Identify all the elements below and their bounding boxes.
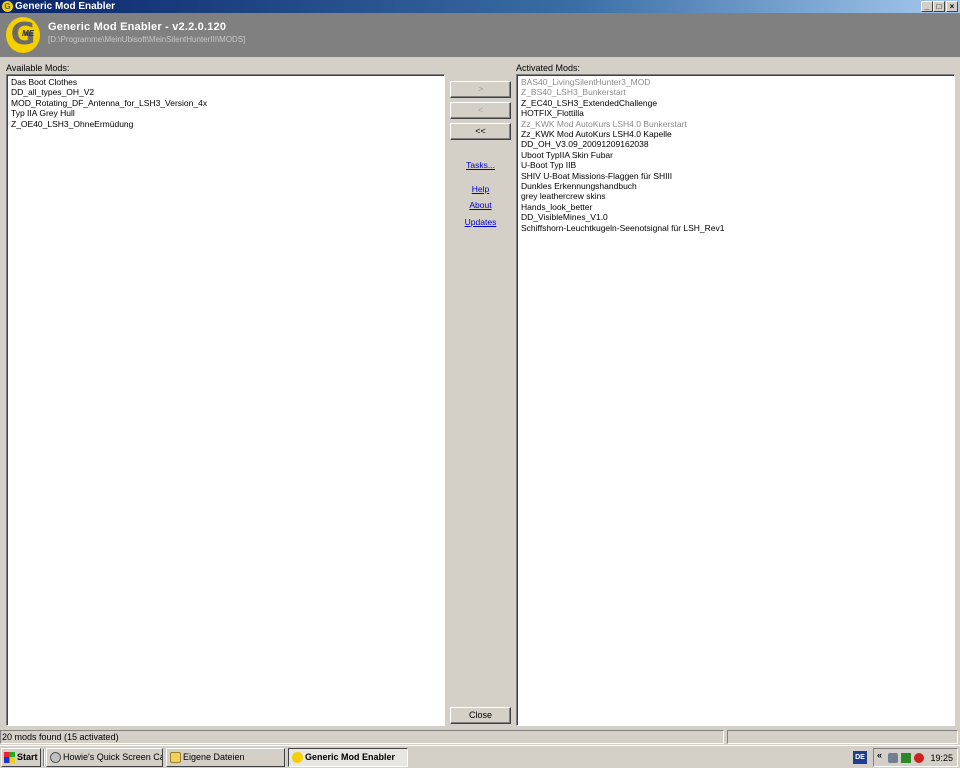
mods-path: [D:\Programme\MeinUbisoft\MeinSilentHunt… <box>48 35 246 44</box>
list-item[interactable]: Hands_look_better <box>521 202 950 212</box>
taskbar-item-screen-capture[interactable]: Howie's Quick Screen Ca... <box>46 748 163 767</box>
window-title: Generic Mod Enabler <box>15 1 116 12</box>
activated-mods-list[interactable]: BAS40_LivingSilentHunter3_MOD Z_BS40_LSH3… <box>516 74 955 726</box>
list-item[interactable]: Uboot TypIIA Skin Fubar <box>521 150 950 160</box>
list-item[interactable]: Z_EC40_LSH3_ExtendedChallenge <box>521 98 950 108</box>
task-label: Howie's Quick Screen Ca... <box>63 752 163 762</box>
list-item[interactable]: DD_all_types_OH_V2 <box>11 87 440 97</box>
activated-mods-label: Activated Mods: <box>516 63 581 73</box>
list-item[interactable]: HOTFIX_Flottilla <box>521 108 950 118</box>
activate-button[interactable]: > <box>450 81 511 98</box>
taskbar: Start Howie's Quick Screen Ca... Eigene … <box>0 745 960 768</box>
list-item[interactable]: DD_OH_V3.09_20091209162038 <box>521 139 950 149</box>
list-item[interactable]: Z_BS40_LSH3_Bunkerstart <box>521 87 950 97</box>
tray-expand-icon[interactable]: « <box>877 750 882 760</box>
list-item[interactable]: SHIV U-Boat Missions-Flaggen für SHIII <box>521 171 950 181</box>
gme-logo-icon: G ME <box>6 17 40 53</box>
status-bar: 20 mods found (15 activated) <box>0 729 960 745</box>
system-tray: « 19:25 <box>873 748 958 767</box>
close-window-button[interactable]: × <box>946 1 958 12</box>
network-icon[interactable] <box>888 753 898 763</box>
updates-link[interactable]: Updates <box>450 217 511 227</box>
minimize-button[interactable]: _ <box>921 1 933 12</box>
app-header: G ME Generic Mod Enabler - v2.2.0.120 [D… <box>0 13 960 57</box>
antivirus-icon[interactable] <box>901 753 911 763</box>
app-title: Generic Mod Enabler - v2.2.0.120 <box>48 21 227 33</box>
taskbar-item-gme[interactable]: Generic Mod Enabler <box>288 748 408 767</box>
available-mods-label: Available Mods: <box>6 63 70 73</box>
start-button[interactable]: Start <box>1 748 41 767</box>
task-label: Eigene Dateien <box>183 752 245 762</box>
logo-sub: ME <box>22 29 34 38</box>
list-item[interactable]: Dunkles Erkennungshandbuch <box>521 181 950 191</box>
taskbar-separator <box>43 749 45 766</box>
language-indicator[interactable]: DE <box>853 751 867 764</box>
about-link[interactable]: About <box>450 200 511 210</box>
status-text: 20 mods found (15 activated) <box>0 730 724 744</box>
tasks-link[interactable]: Tasks... <box>450 160 511 170</box>
deactivate-all-button[interactable]: << <box>450 123 511 140</box>
list-item[interactable]: Zz_KWK Mod AutoKurs LSH4.0 Bunkerstart <box>521 119 950 129</box>
windows-flag-icon <box>4 752 15 763</box>
close-button[interactable]: Close <box>450 707 511 724</box>
list-item[interactable]: Zz_KWK Mod AutoKurs LSH4.0 Kapelle <box>521 129 950 139</box>
taskbar-item-eigene-dateien[interactable]: Eigene Dateien <box>166 748 285 767</box>
status-pane-empty <box>727 730 958 744</box>
security-icon[interactable] <box>914 753 924 763</box>
gme-icon <box>292 752 303 763</box>
help-link[interactable]: Help <box>450 184 511 194</box>
list-item[interactable]: MOD_Rotating_DF_Antenna_for_LSH3_Version… <box>11 98 440 108</box>
title-bar[interactable]: G Generic Mod Enabler _ □ × <box>0 0 960 13</box>
deactivate-button[interactable]: < <box>450 102 511 119</box>
folder-icon <box>170 752 181 763</box>
clock[interactable]: 19:25 <box>930 750 953 766</box>
task-label: Generic Mod Enabler <box>305 752 396 762</box>
list-item[interactable]: DD_VisibleMines_V1.0 <box>521 212 950 222</box>
list-item[interactable]: Z_OE40_LSH3_OhneErmüdung <box>11 119 440 129</box>
list-item[interactable]: grey leathercrew skins <box>521 191 950 201</box>
start-label: Start <box>17 752 38 762</box>
app-icon: G <box>2 1 13 12</box>
list-item[interactable]: Das Boot Clothes <box>11 77 440 87</box>
available-mods-list[interactable]: Das Boot Clothes DD_all_types_OH_V2 MOD_Ro… <box>6 74 445 726</box>
list-item[interactable]: BAS40_LivingSilentHunter3_MOD <box>521 77 950 87</box>
list-item[interactable]: Schiffshorn-Leuchtkugeln-Seenotsignal fü… <box>521 223 950 233</box>
camera-icon <box>50 752 61 763</box>
list-item[interactable]: Typ IIA Grey Hull <box>11 108 440 118</box>
list-item[interactable]: U-Boot Typ IIB <box>521 160 950 170</box>
maximize-button[interactable]: □ <box>933 1 945 12</box>
